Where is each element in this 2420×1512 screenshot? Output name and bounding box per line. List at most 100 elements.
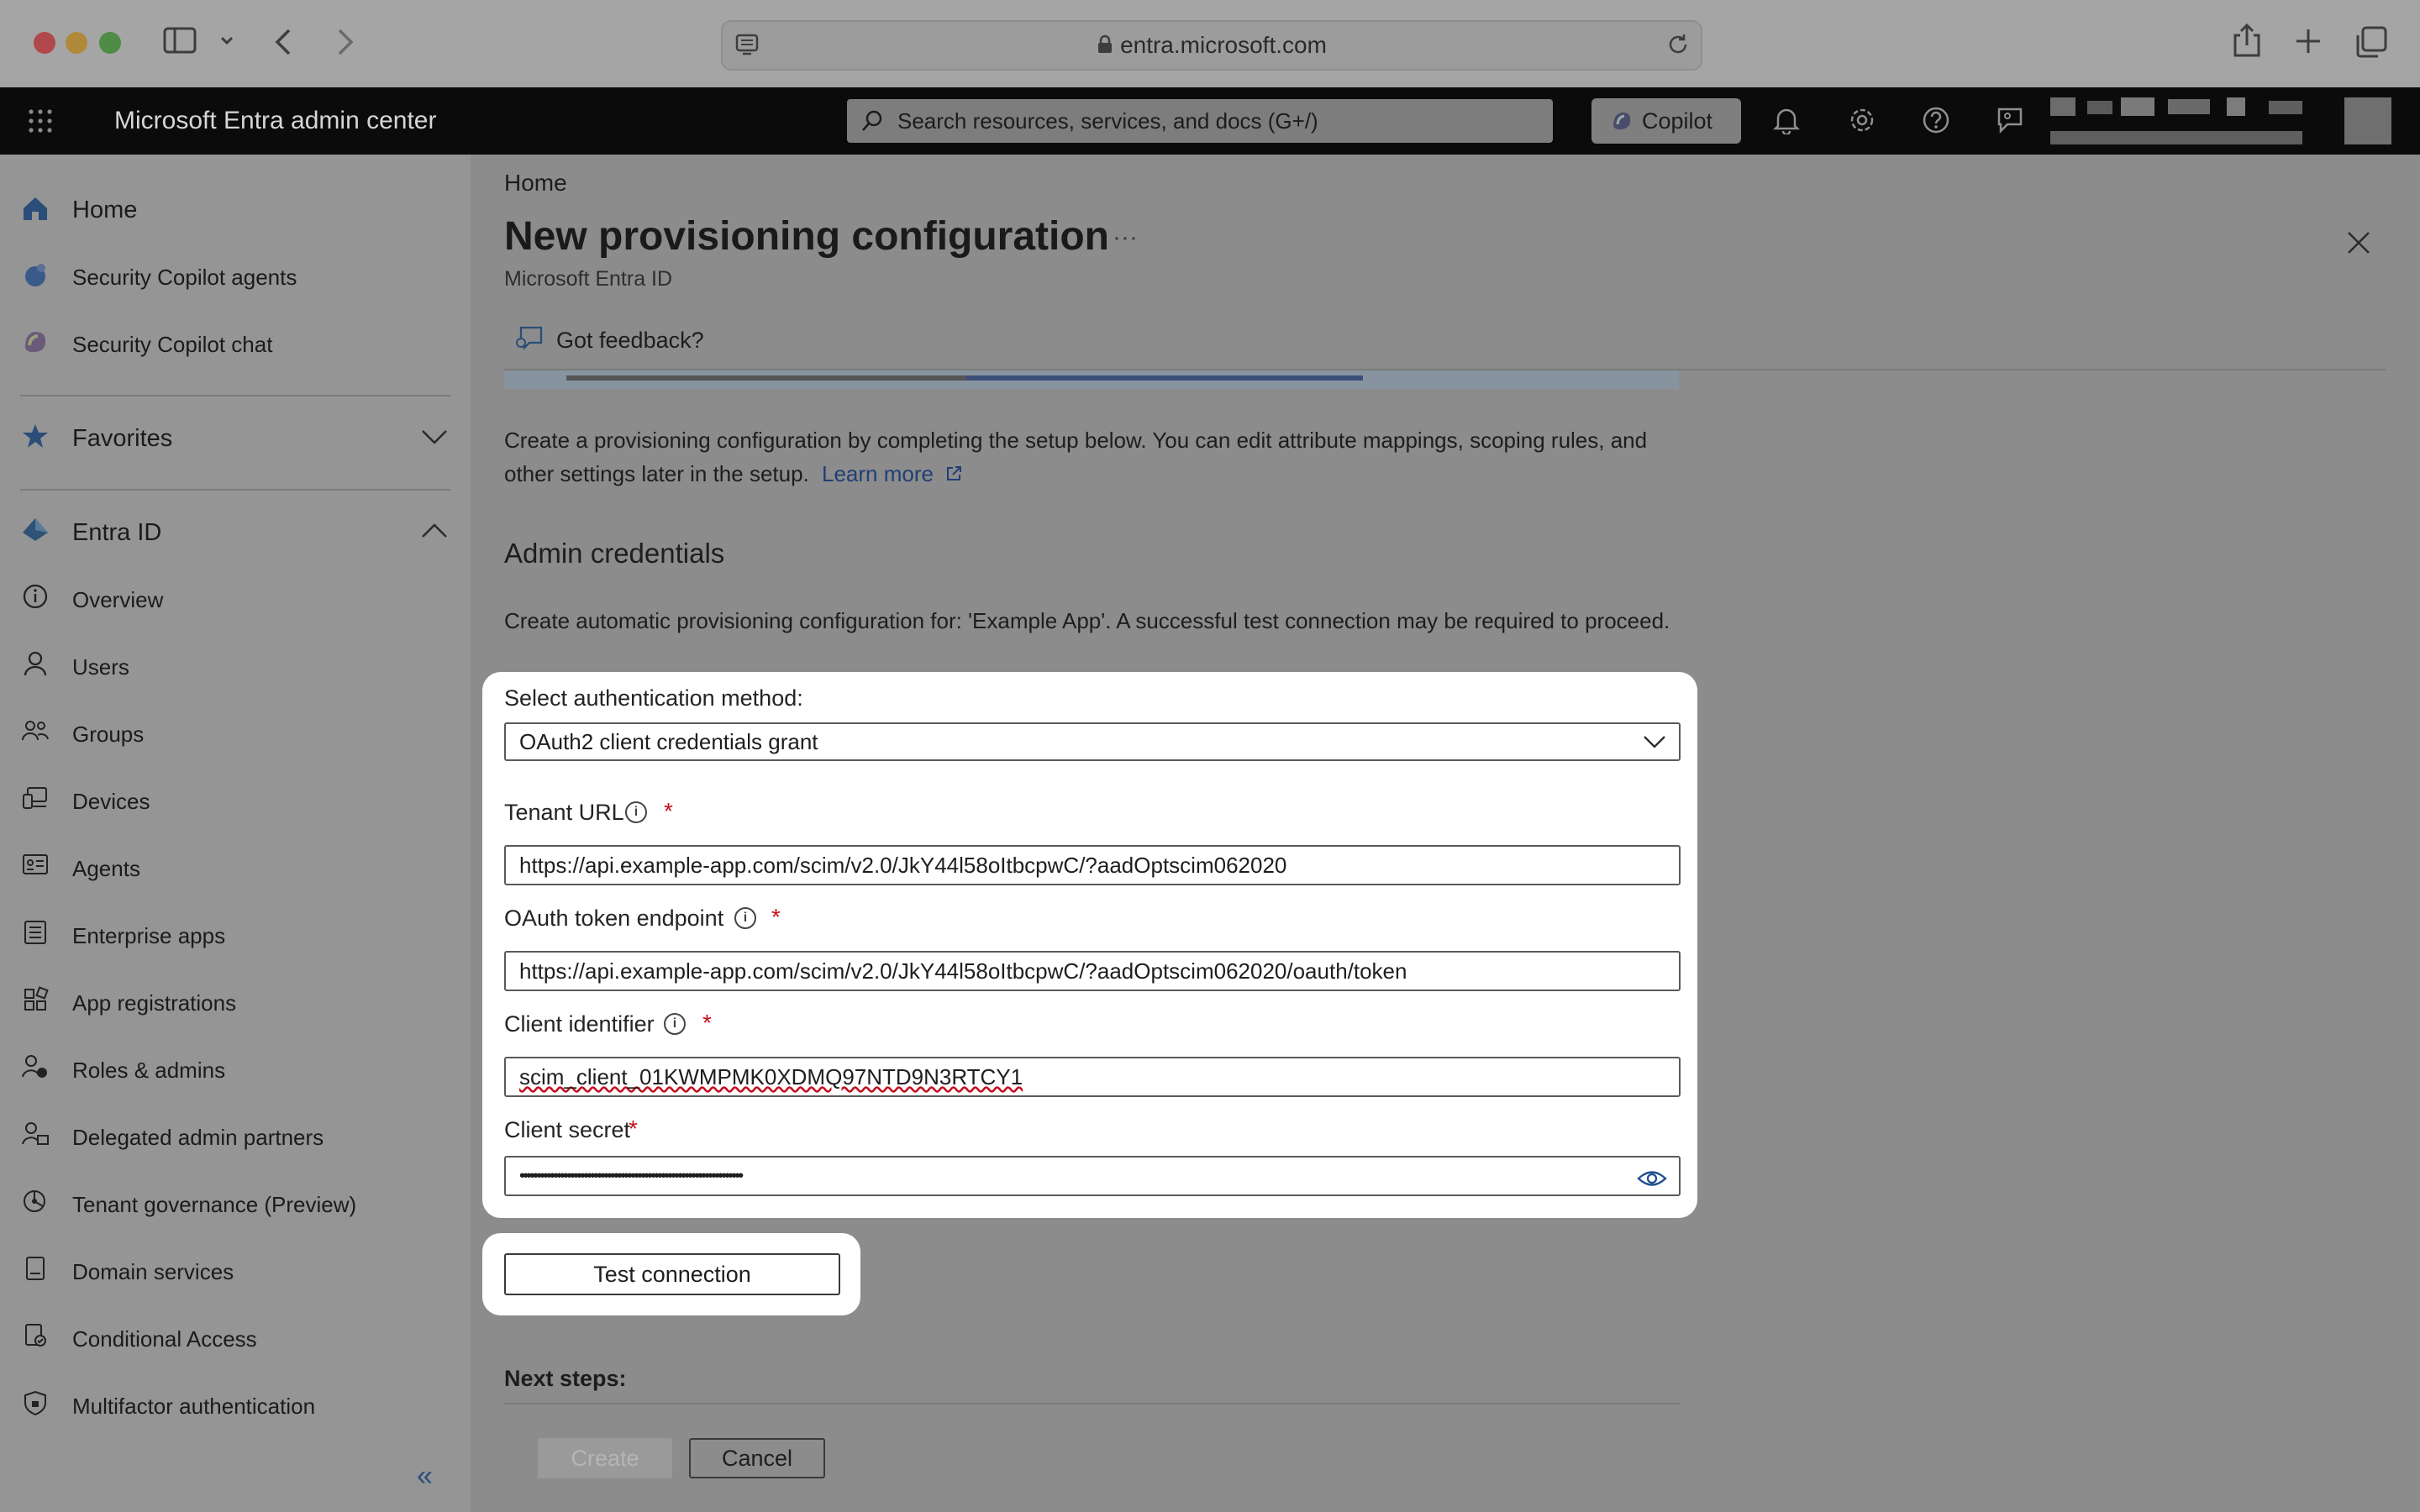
sidebar-item-label: Multifactor authentication bbox=[72, 1394, 316, 1419]
sidebar-item-groups[interactable]: Groups bbox=[0, 701, 471, 768]
forward-icon bbox=[331, 27, 358, 61]
chevron-up-icon[interactable] bbox=[420, 521, 449, 545]
client-id-label: Client identifier bbox=[504, 1011, 655, 1037]
minimize-window-button[interactable] bbox=[66, 32, 87, 54]
page-title: New provisioning configuration bbox=[504, 214, 1109, 259]
settings-gear-icon[interactable] bbox=[1845, 106, 1879, 139]
conditional-access-icon bbox=[18, 1322, 52, 1356]
feedback-button[interactable]: Got feedback? bbox=[514, 323, 1018, 360]
client-secret-input[interactable]: ••••••••••••••••••••••••••••••••••••••••… bbox=[504, 1156, 1681, 1196]
chevron-down-icon[interactable] bbox=[420, 427, 449, 451]
sidebar-item-tenant-governance[interactable]: Tenant governance (Preview) bbox=[0, 1171, 471, 1238]
create-button[interactable]: Create bbox=[538, 1438, 672, 1478]
search-icon bbox=[860, 109, 884, 137]
page-subtitle: Microsoft Entra ID bbox=[504, 267, 673, 291]
required-asterisk: * bbox=[664, 798, 673, 824]
sidebar-item-label: Favorites bbox=[72, 425, 173, 452]
sidebar-item-label: Overview bbox=[72, 587, 164, 612]
tenant-url-value: https://api.example-app.com/scim/v2.0/Jk… bbox=[519, 853, 1287, 878]
back-icon[interactable] bbox=[271, 27, 297, 61]
show-password-eye-icon[interactable] bbox=[1637, 1169, 1667, 1192]
sidebar-item-home[interactable]: Home bbox=[0, 176, 471, 244]
sidebar-item-label: Conditional Access bbox=[72, 1326, 257, 1352]
token-endpoint-input[interactable]: https://api.example-app.com/scim/v2.0/Jk… bbox=[504, 951, 1681, 991]
sidebar-item-enterprise-apps[interactable]: Enterprise apps bbox=[0, 902, 471, 969]
sidebar-item-multifactor-authentication[interactable]: Multifactor authentication bbox=[0, 1373, 471, 1440]
app-title[interactable]: Microsoft Entra admin center bbox=[114, 87, 436, 155]
enterprise-apps-icon bbox=[18, 919, 52, 953]
sidebar-item-security-copilot-chat[interactable]: Security Copilot chat bbox=[0, 311, 471, 378]
feedback-label: Got feedback? bbox=[556, 328, 704, 353]
global-search-input[interactable]: Search resources, services, and docs (G+… bbox=[847, 99, 1553, 143]
sidebar-item-users[interactable]: Users bbox=[0, 633, 471, 701]
sidebar-item-agents[interactable]: Agents bbox=[0, 835, 471, 902]
account-avatar[interactable] bbox=[2050, 97, 2403, 146]
new-tab-icon[interactable] bbox=[2294, 27, 2323, 60]
auth-method-label: Select authentication method: bbox=[504, 685, 803, 711]
breadcrumb[interactable]: Home bbox=[504, 170, 567, 197]
info-icon[interactable]: i bbox=[625, 801, 647, 823]
help-icon[interactable] bbox=[1919, 106, 1953, 139]
sidebar-item-security-copilot-agents[interactable]: Security Copilot agents bbox=[0, 244, 471, 311]
chevron-down-icon bbox=[1642, 732, 1667, 755]
sidebar-item-roles-admins[interactable]: Roles & admins bbox=[0, 1037, 471, 1104]
sidebar-item-devices[interactable]: Devices bbox=[0, 768, 471, 835]
sidebar-item-label: Home bbox=[72, 197, 138, 223]
required-asterisk: * bbox=[629, 1116, 638, 1142]
client-id-label-row: Client identifier i * bbox=[504, 1010, 1008, 1042]
agents-icon bbox=[18, 852, 52, 885]
sidebar-item-overview[interactable]: Overview bbox=[0, 566, 471, 633]
domain-services-icon bbox=[18, 1255, 52, 1289]
sidebar-divider bbox=[20, 395, 450, 396]
sidebar-item-conditional-access[interactable]: Conditional Access bbox=[0, 1305, 471, 1373]
sidebar-item-label: Domain services bbox=[72, 1259, 234, 1284]
app-launcher-icon[interactable] bbox=[27, 108, 54, 139]
sidebar-item-label: Enterprise apps bbox=[72, 923, 226, 948]
maximize-window-button[interactable] bbox=[99, 32, 121, 54]
home-icon bbox=[18, 193, 52, 227]
sidebar-item-domain-services[interactable]: Domain services bbox=[0, 1238, 471, 1305]
description-line-1: Create a provisioning configuration by c… bbox=[504, 428, 1648, 453]
tenant-url-input[interactable]: https://api.example-app.com/scim/v2.0/Jk… bbox=[504, 845, 1681, 885]
tenant-url-label-row: Tenant URL i * bbox=[504, 798, 1008, 830]
groups-icon bbox=[18, 717, 52, 751]
collapse-sidebar-button[interactable]: « bbox=[417, 1462, 433, 1490]
auth-method-select[interactable]: OAuth2 client credentials grant bbox=[504, 722, 1681, 761]
description-line-2: other settings later in the setup. bbox=[504, 461, 809, 486]
info-icon bbox=[18, 583, 52, 617]
client-id-input[interactable]: scim_client_01KWMPMK0XDMQ97NTD9N3RTCY1 bbox=[504, 1057, 1681, 1097]
reload-icon[interactable] bbox=[1665, 32, 1691, 61]
roles-icon bbox=[18, 1053, 52, 1087]
next-steps-heading: Next steps: bbox=[504, 1366, 627, 1391]
tab-overview-icon[interactable] bbox=[2354, 25, 2388, 63]
learn-more-link[interactable]: Learn more bbox=[822, 461, 934, 486]
chevron-down-icon[interactable] bbox=[218, 32, 235, 53]
info-icon[interactable]: i bbox=[734, 907, 756, 929]
sidebar-toggle-icon[interactable] bbox=[163, 25, 197, 61]
share-icon[interactable] bbox=[2230, 22, 2264, 63]
close-icon[interactable] bbox=[2346, 230, 2371, 260]
tenant-governance-icon bbox=[18, 1188, 52, 1221]
client-secret-value: ••••••••••••••••••••••••••••••••••••••••… bbox=[519, 1167, 744, 1185]
sidebar-item-delegated-admin-partners[interactable]: Delegated admin partners bbox=[0, 1104, 471, 1171]
feedback-icon[interactable] bbox=[1993, 106, 2027, 139]
devices-icon bbox=[18, 785, 52, 818]
security-copilot-icon bbox=[18, 260, 52, 294]
more-options-button[interactable]: ··· bbox=[1113, 223, 1138, 252]
copilot-icon bbox=[1610, 109, 1634, 139]
sidebar-item-favorites[interactable]: Favorites bbox=[0, 405, 471, 472]
cancel-button[interactable]: Cancel bbox=[689, 1438, 825, 1478]
copilot-button[interactable]: Copilot bbox=[1591, 98, 1741, 144]
entra-diamond-icon bbox=[18, 516, 52, 549]
sidebar-item-label: App registrations bbox=[72, 990, 237, 1016]
address-bar[interactable]: entra.microsoft.com bbox=[721, 20, 1702, 71]
delegated-admin-icon bbox=[18, 1121, 52, 1154]
sidebar-item-entra-id[interactable]: Entra ID bbox=[0, 499, 471, 566]
sidebar-item-app-registrations[interactable]: App registrations bbox=[0, 969, 471, 1037]
notifications-bell-icon[interactable] bbox=[1770, 106, 1803, 139]
mfa-shield-icon bbox=[18, 1389, 52, 1423]
test-connection-button[interactable]: Test connection bbox=[504, 1253, 840, 1295]
close-window-button[interactable] bbox=[34, 32, 55, 54]
lock-icon bbox=[1097, 24, 1113, 71]
info-icon[interactable]: i bbox=[664, 1013, 686, 1035]
